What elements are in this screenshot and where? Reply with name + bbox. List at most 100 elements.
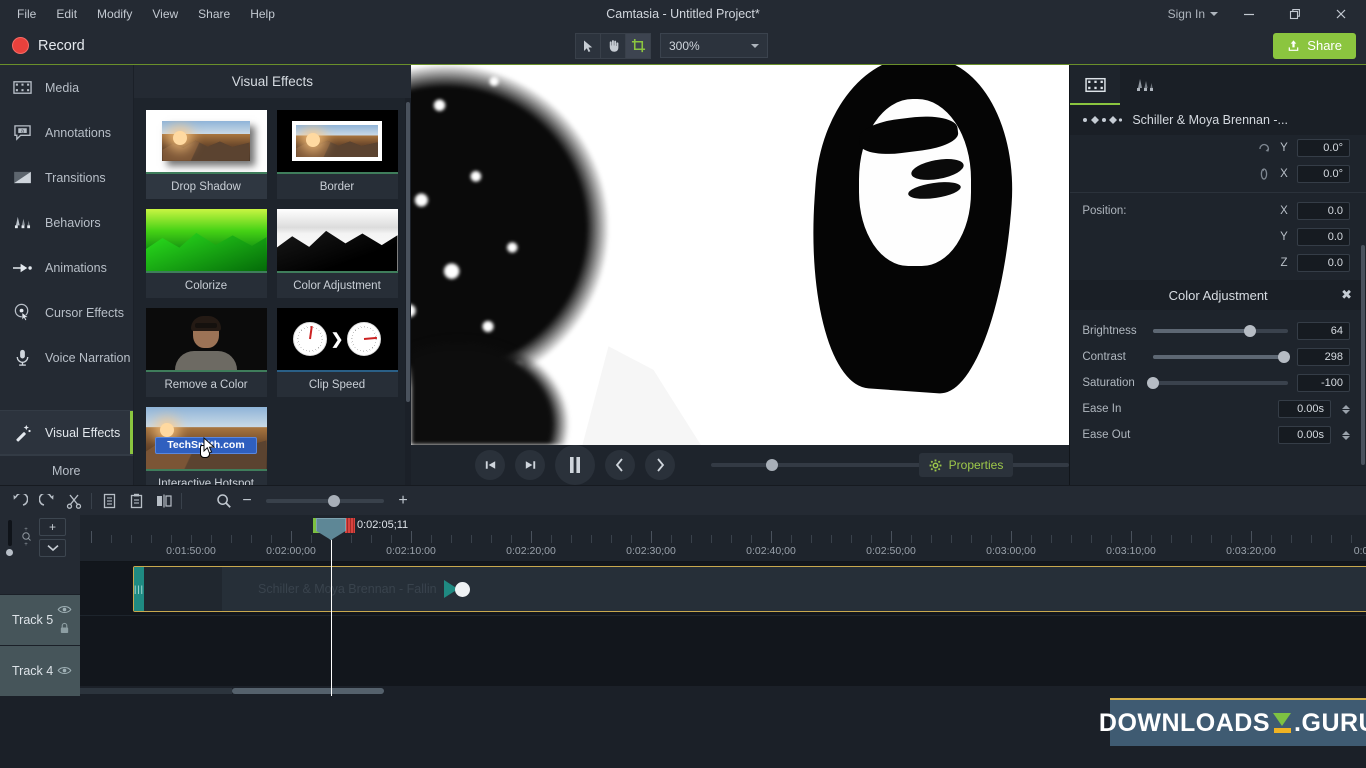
- position-x-field[interactable]: 0.0: [1297, 202, 1350, 220]
- zoom-slider-handle[interactable]: [328, 494, 340, 507]
- effect-card-colorize[interactable]: Colorize: [145, 209, 267, 298]
- undo-button[interactable]: [6, 489, 33, 513]
- copy-button[interactable]: [96, 489, 123, 513]
- video-preview[interactable]: [411, 65, 1070, 445]
- effect-card-drop-shadow[interactable]: Drop Shadow: [145, 110, 267, 199]
- sidebar-item-behaviors[interactable]: Behaviors: [0, 200, 133, 245]
- effect-card-color-adjustment[interactable]: Color Adjustment: [276, 209, 398, 298]
- tab-effects-properties[interactable]: [1120, 65, 1170, 105]
- volume-control[interactable]: [6, 519, 13, 556]
- ease-out-stepper[interactable]: [1342, 430, 1350, 440]
- minimize-button[interactable]: [1226, 0, 1272, 27]
- record-button[interactable]: Record: [0, 27, 99, 64]
- playhead-out-marker[interactable]: [345, 518, 355, 533]
- restore-button[interactable]: [1272, 0, 1318, 27]
- stepper-down-icon[interactable]: [1342, 435, 1350, 440]
- rotation-y-field[interactable]: 0.0°: [1297, 139, 1350, 157]
- scrollbar-thumb[interactable]: [406, 102, 411, 402]
- timeline-clip[interactable]: ||| Schiller & Moya Brennan - Fallin: [133, 566, 1366, 612]
- eye-icon[interactable]: [57, 664, 72, 678]
- track-lane-5[interactable]: ||| Schiller & Moya Brennan - Fallin: [80, 563, 1366, 616]
- eye-icon[interactable]: [57, 603, 72, 617]
- playback-scrubber[interactable]: [711, 459, 1070, 471]
- timeline-ruler[interactable]: 0:01:50:00 0:02:00;00 0:02:10:00 0:02:20…: [80, 515, 1366, 562]
- sidebar-item-animations[interactable]: Animations: [0, 245, 133, 290]
- next-button[interactable]: [645, 450, 676, 480]
- rotation-x-field[interactable]: 0.0°: [1297, 165, 1350, 183]
- saturation-slider[interactable]: [1147, 377, 1288, 389]
- contrast-slider[interactable]: [1153, 351, 1290, 363]
- step-forward-button[interactable]: [515, 450, 546, 480]
- timeline-tracks-area[interactable]: 0:01:50:00 0:02:00;00 0:02:10:00 0:02:20…: [80, 515, 1366, 696]
- position-z-field[interactable]: 0.0: [1297, 254, 1350, 272]
- collapse-tracks-button[interactable]: [39, 539, 66, 558]
- menu-view[interactable]: View: [143, 3, 187, 25]
- paste-button[interactable]: [123, 489, 150, 513]
- ease-out-field[interactable]: 0.00s: [1278, 426, 1331, 444]
- cut-button[interactable]: [60, 489, 87, 513]
- effect-card-remove-a-color[interactable]: Remove a Color: [145, 308, 267, 397]
- sidebar-item-transitions[interactable]: Transitions: [0, 155, 133, 200]
- sidebar-item-media[interactable]: Media: [0, 65, 133, 110]
- split-button[interactable]: [150, 489, 177, 513]
- sidebar-more-button[interactable]: More: [0, 455, 133, 485]
- zoom-out-button[interactable]: −: [237, 492, 257, 510]
- menu-help[interactable]: Help: [241, 3, 284, 25]
- sidebar-item-annotations[interactable]: a Annotations: [0, 110, 133, 155]
- playhead[interactable]: 0:02:05;11: [313, 518, 408, 696]
- volume-handle[interactable]: [6, 548, 13, 556]
- add-track-button[interactable]: +: [39, 518, 66, 537]
- sidebar-item-voice-narration[interactable]: Voice Narration: [0, 335, 133, 380]
- brightness-slider-handle[interactable]: [1244, 325, 1257, 337]
- contrast-field[interactable]: 298: [1297, 348, 1350, 366]
- brightness-slider[interactable]: [1153, 325, 1288, 337]
- menu-share[interactable]: Share: [189, 3, 239, 25]
- pause-button[interactable]: [555, 445, 596, 485]
- scrubber-handle[interactable]: [766, 459, 779, 471]
- saturation-field[interactable]: -100: [1297, 374, 1350, 392]
- volume-slider[interactable]: [7, 519, 12, 546]
- stepper-up-icon[interactable]: [1342, 430, 1350, 435]
- tab-media-properties[interactable]: [1070, 65, 1121, 105]
- position-y-field[interactable]: 0.0: [1297, 228, 1350, 246]
- clip-drag-handle[interactable]: |||: [134, 567, 144, 611]
- step-back-button[interactable]: [475, 450, 506, 480]
- track-header-track-4[interactable]: Track 4: [0, 644, 80, 697]
- menu-file[interactable]: File: [8, 3, 45, 25]
- restore-icon: [1289, 8, 1300, 19]
- close-icon[interactable]: ✖: [1341, 287, 1352, 303]
- properties-scrollbar-thumb[interactable]: [1361, 245, 1365, 465]
- zoom-to-fit-button[interactable]: [210, 489, 237, 513]
- select-tool-button[interactable]: [575, 32, 601, 59]
- crop-tool-button[interactable]: [625, 32, 651, 59]
- scrollbar-thumb[interactable]: [232, 688, 384, 694]
- track-header-track-5[interactable]: Track 5: [0, 593, 80, 645]
- stepper-down-icon[interactable]: [1342, 409, 1350, 414]
- previous-button[interactable]: [605, 450, 636, 480]
- properties-button[interactable]: Properties: [918, 453, 1014, 477]
- menu-modify[interactable]: Modify: [88, 3, 141, 25]
- contrast-slider-handle[interactable]: [1277, 351, 1290, 363]
- redo-button[interactable]: [33, 489, 60, 513]
- share-button[interactable]: Share: [1273, 32, 1356, 59]
- lock-icon[interactable]: [59, 622, 70, 637]
- brightness-field[interactable]: 64: [1297, 322, 1350, 340]
- close-button[interactable]: [1318, 0, 1364, 27]
- effect-card-clip-speed[interactable]: ❯ Clip Speed: [276, 308, 398, 397]
- hand-tool-button[interactable]: [600, 32, 626, 59]
- effect-card-border[interactable]: Border: [276, 110, 398, 199]
- track-lane-4[interactable]: [80, 616, 1366, 669]
- clip-audio-marker[interactable]: [444, 580, 470, 598]
- ease-in-stepper[interactable]: [1342, 404, 1350, 414]
- timeline-horizontal-scrollbar[interactable]: [80, 686, 1366, 696]
- sidebar-item-cursor-effects[interactable]: Cursor Effects: [0, 290, 133, 335]
- zoom-in-button[interactable]: +: [393, 492, 413, 510]
- menu-edit[interactable]: Edit: [47, 3, 86, 25]
- saturation-slider-handle[interactable]: [1147, 377, 1160, 389]
- zoom-level-select[interactable]: 300%: [660, 33, 768, 58]
- ease-in-field[interactable]: 0.00s: [1278, 400, 1331, 418]
- stepper-up-icon[interactable]: [1342, 404, 1350, 409]
- sign-in-button[interactable]: Sign In: [1160, 7, 1226, 21]
- timeline-zoom-slider[interactable]: [266, 494, 384, 507]
- sidebar-item-visual-effects[interactable]: Visual Effects: [0, 410, 133, 455]
